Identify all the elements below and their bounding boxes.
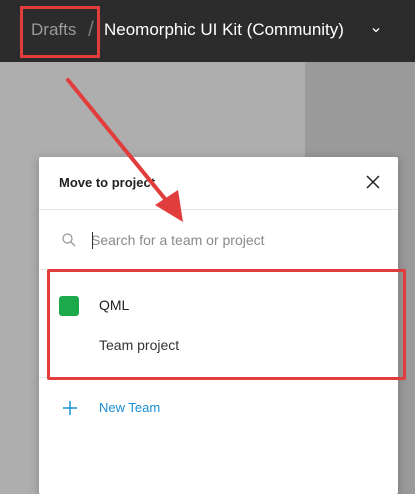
dialog-title: Move to project xyxy=(59,175,156,190)
search-icon xyxy=(62,233,76,247)
highlight-box-drafts xyxy=(20,6,100,58)
highlight-box-project-list xyxy=(47,269,406,380)
chevron-down-icon[interactable] xyxy=(370,24,382,36)
search-input[interactable] xyxy=(91,228,381,252)
watermark: https://blog.csdn.net/baidu_41388533 xyxy=(142,467,367,482)
new-team-label: New Team xyxy=(99,400,161,415)
top-bar: Drafts / Neomorphic UI Kit (Community) xyxy=(0,0,415,62)
plus-icon xyxy=(63,401,77,415)
file-name[interactable]: Neomorphic UI Kit (Community) xyxy=(104,20,344,40)
text-caret xyxy=(92,232,93,249)
close-icon[interactable] xyxy=(365,174,381,190)
divider xyxy=(39,209,398,210)
new-team-button[interactable]: New Team xyxy=(39,393,398,423)
